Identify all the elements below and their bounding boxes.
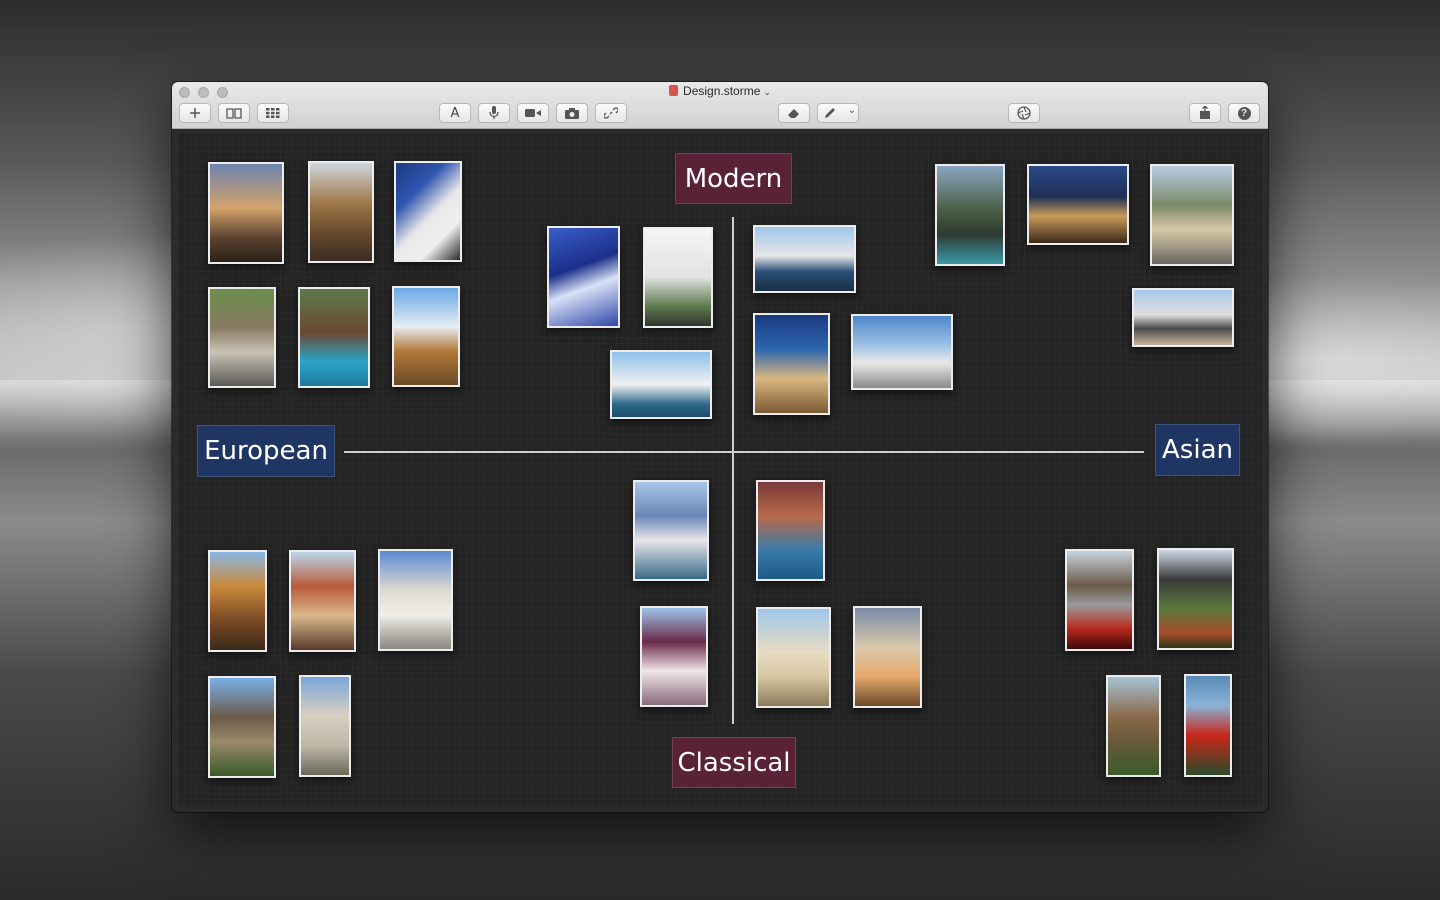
document-icon (669, 85, 679, 96)
photo-card[interactable] (1065, 549, 1134, 651)
photo-card[interactable] (394, 161, 462, 262)
photo-card[interactable] (643, 227, 713, 328)
photo-card[interactable] (756, 480, 825, 581)
asian-label[interactable]: Asian (1155, 424, 1240, 476)
photo-card[interactable] (208, 287, 276, 388)
add-link-button[interactable] (595, 103, 627, 123)
photo-card[interactable] (208, 676, 276, 778)
share-icon (1200, 106, 1210, 119)
horizontal-axis-line (344, 451, 1144, 453)
eraser-icon (788, 109, 799, 118)
european-label[interactable]: European (197, 425, 335, 477)
photo-card[interactable] (640, 606, 708, 707)
photo-card[interactable] (299, 675, 351, 777)
photo-card[interactable] (1157, 548, 1234, 650)
photo-card[interactable] (753, 313, 830, 415)
help-icon: ? (1237, 106, 1251, 120)
photo-card[interactable] (298, 287, 370, 388)
photo-card[interactable] (1184, 674, 1232, 777)
aperture-button[interactable] (1008, 103, 1040, 123)
photo-card[interactable] (208, 550, 267, 652)
share-button[interactable] (1189, 103, 1221, 123)
pencil-button[interactable]: ⌄ (817, 103, 859, 123)
photo-card[interactable] (633, 480, 709, 581)
photo-card[interactable] (289, 550, 356, 652)
pencil-icon (825, 108, 835, 118)
record-audio-button[interactable] (478, 103, 510, 123)
add-photo-button[interactable] (556, 103, 588, 123)
video-icon (525, 109, 541, 117)
book-icon (226, 108, 242, 119)
photo-card[interactable] (935, 164, 1005, 266)
photo-card[interactable] (1132, 288, 1234, 347)
add-icon (190, 108, 200, 118)
photo-card[interactable] (610, 350, 712, 419)
help-button[interactable]: ? (1228, 103, 1260, 123)
aperture-icon (1017, 106, 1031, 120)
chevron-down-icon[interactable]: ⌄ (848, 105, 856, 116)
classical-label[interactable]: Classical (672, 737, 796, 788)
eraser-button[interactable] (778, 103, 810, 123)
vertical-axis-line (732, 217, 734, 724)
title-bar: Design.storme ⌄ A ⌄ ? (172, 82, 1268, 129)
photo-card[interactable] (547, 226, 620, 328)
library-button[interactable] (218, 103, 250, 123)
window-title[interactable]: Design.storme ⌄ (172, 84, 1268, 98)
add-text-button[interactable]: A (439, 103, 471, 123)
camera-icon (565, 107, 579, 119)
photo-card[interactable] (853, 606, 922, 708)
chevron-down-icon: ⌄ (763, 87, 771, 97)
photo-card[interactable] (308, 161, 374, 263)
photo-card[interactable] (756, 607, 831, 708)
add-button[interactable] (179, 103, 211, 123)
photo-card[interactable] (208, 162, 284, 264)
microphone-icon (489, 106, 499, 119)
link-icon (604, 107, 618, 119)
photo-card[interactable] (753, 225, 856, 293)
add-video-button[interactable] (517, 103, 549, 123)
text-icon: A (450, 105, 460, 121)
photo-card[interactable] (378, 549, 453, 651)
photo-card[interactable] (1150, 164, 1234, 266)
photo-card[interactable] (1027, 164, 1129, 245)
photo-card[interactable] (851, 314, 953, 390)
photo-card[interactable] (392, 286, 460, 387)
grid-view-button[interactable] (257, 103, 289, 123)
photo-card[interactable] (1106, 675, 1161, 777)
grid-icon (266, 108, 280, 118)
modern-label[interactable]: Modern (675, 153, 792, 204)
